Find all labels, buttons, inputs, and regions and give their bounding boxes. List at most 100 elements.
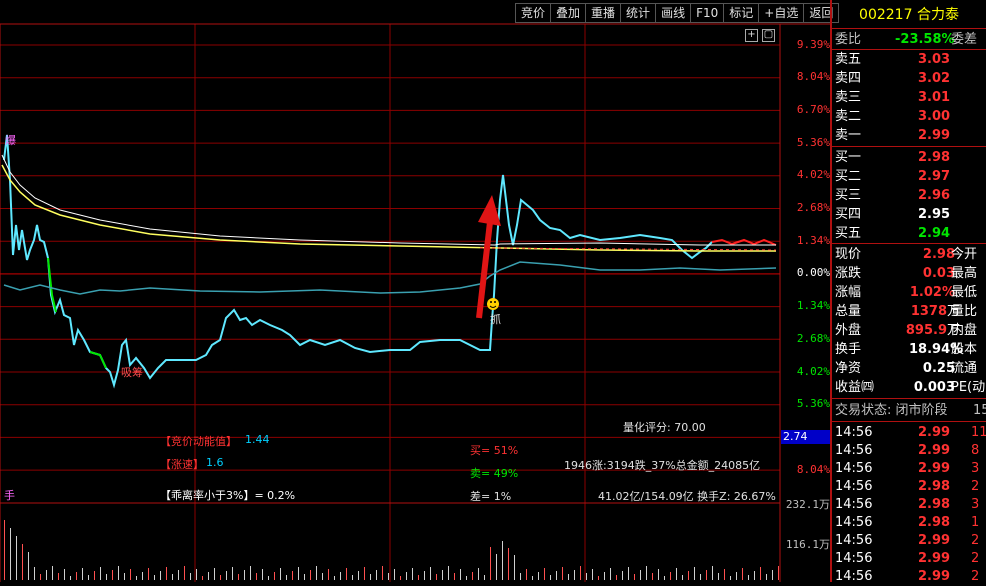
sell-level-row[interactable]: 卖四 3.02 <box>833 69 986 88</box>
volume-bar <box>406 572 407 580</box>
tick-volume: 3 <box>971 497 980 512</box>
volume-bar <box>730 576 731 580</box>
volume-bar <box>10 528 11 580</box>
tick-volume: 8 <box>971 443 980 458</box>
tick-row[interactable]: 14:56 2.99 3 <box>833 459 986 478</box>
volume-bar <box>778 566 779 580</box>
sell-level-row[interactable]: 卖三 3.01 <box>833 88 986 107</box>
volume-bar <box>184 566 185 580</box>
stat-row[interactable]: 换手 18.94% 股本 <box>833 340 986 359</box>
tick-price: 2.99 <box>918 569 951 584</box>
volume-bar <box>394 569 395 580</box>
sell-percent: 卖= 49% <box>470 467 519 480</box>
volume-bar <box>520 573 521 580</box>
volume-bar <box>502 541 503 580</box>
stat-value: 895.9 <box>905 323 947 338</box>
sell-level-label: 卖二 <box>835 109 862 124</box>
stock-name: 合力泰 <box>916 7 959 23</box>
volume-bar <box>508 548 509 580</box>
buy-level-row[interactable]: 买五 2.94 <box>833 224 986 243</box>
stat-row[interactable]: 收益㈣ 0.003 PE(动 <box>833 378 986 397</box>
buy-level-row[interactable]: 买二 2.97 <box>833 167 986 186</box>
weicha-label: 委差 <box>951 32 978 47</box>
volume-bar <box>160 571 161 580</box>
volume-bar <box>724 569 725 580</box>
speed-label: 【涨速】 <box>160 458 204 471</box>
volume-bar <box>166 567 167 580</box>
volume-bar <box>34 567 35 580</box>
volume-bar <box>124 573 125 580</box>
sell-level-label: 卖一 <box>835 128 862 143</box>
volume-bar <box>712 566 713 580</box>
volume-bar <box>238 574 239 580</box>
buy-level-price: 2.97 <box>918 169 951 184</box>
stat-row[interactable]: 现价 2.98 今开 <box>833 245 986 264</box>
volume-bar <box>766 574 767 580</box>
sell-level-row[interactable]: 卖五 3.03 <box>833 50 986 69</box>
tick-price: 2.99 <box>918 551 951 566</box>
volume-bar <box>196 569 197 580</box>
stat-label-2: 流通 <box>951 361 978 376</box>
stat-row[interactable]: 净资 0.25 流通 <box>833 359 986 378</box>
volume-bar <box>94 571 95 580</box>
volume-bar <box>580 566 581 580</box>
stat-label: 收益㈣ <box>835 380 875 395</box>
volume-bar <box>562 567 563 580</box>
volume-bar <box>190 573 191 580</box>
volume-bar <box>448 566 449 580</box>
volume-bar <box>736 572 737 580</box>
volume-bar <box>334 576 335 580</box>
tick-row[interactable]: 14:56 2.98 1 <box>833 513 986 532</box>
tick-row[interactable]: 14:56 2.99 8 <box>833 441 986 460</box>
volume-bar <box>118 566 119 580</box>
cursor-value: 2.74 <box>781 430 831 444</box>
volume-bar <box>280 568 281 580</box>
stat-row[interactable]: 涨跌 0.03 最高 <box>833 264 986 283</box>
axis-label: 2.68% <box>796 201 830 214</box>
sell-level-row[interactable]: 卖二 3.00 <box>833 107 986 126</box>
volume-bar <box>424 571 425 580</box>
buy-level-row[interactable]: 买三 2.96 <box>833 186 986 205</box>
sell-level-price: 3.03 <box>918 52 951 67</box>
tick-time: 14:56 <box>835 479 873 494</box>
price-line-down2 <box>89 351 107 369</box>
tick-time: 14:56 <box>835 461 873 476</box>
tick-row[interactable]: 14:56 2.98 2 <box>833 477 986 496</box>
volume-bar <box>268 576 269 580</box>
tick-row[interactable]: 14:56 2.99 11 <box>833 423 986 442</box>
buy-level-label: 买一 <box>835 150 862 165</box>
speed-value: 1.6 <box>206 456 224 469</box>
volume-bar <box>454 573 455 580</box>
stat-label-2: 股本 <box>951 342 978 357</box>
tick-row[interactable]: 14:56 2.99 2 <box>833 531 986 550</box>
price-line-up <box>711 238 777 246</box>
volume-bar <box>256 573 257 580</box>
stat-row[interactable]: 总量 1378 万量比 <box>833 302 986 321</box>
volume-bar <box>646 566 647 580</box>
volume-bar <box>232 567 233 580</box>
volume-bar <box>658 569 659 580</box>
sell-level-row[interactable]: 卖一 2.99 <box>833 126 986 145</box>
volume-bar <box>526 569 527 580</box>
volume-bar <box>634 574 635 580</box>
tick-row[interactable]: 14:56 2.99 2 <box>833 549 986 568</box>
volume-bar <box>640 570 641 580</box>
trade-status-extra: 15 <box>973 403 986 418</box>
volume-bar <box>298 567 299 580</box>
volume-bar <box>430 567 431 580</box>
volume-bar <box>262 569 263 580</box>
volume-bar <box>46 570 47 580</box>
volume-bar <box>370 574 371 580</box>
tick-row[interactable]: 14:56 2.99 2 <box>833 567 986 586</box>
volume-bar <box>100 567 101 580</box>
buy-level-row[interactable]: 买一 2.98 <box>833 148 986 167</box>
stat-row[interactable]: 外盘 895.9 万内盘 <box>833 321 986 340</box>
buy-level-row[interactable]: 买四 2.95 <box>833 205 986 224</box>
stat-label-2: 最低 <box>951 285 978 300</box>
volume-bar <box>412 568 413 580</box>
trade-status: 交易状态: 闭市阶段 <box>835 403 948 418</box>
stat-row[interactable]: 涨幅 1.02% 最低 <box>833 283 986 302</box>
volume-bar <box>250 566 251 580</box>
auction-energy-value: 1.44 <box>245 433 270 446</box>
tick-row[interactable]: 14:56 2.98 3 <box>833 495 986 514</box>
